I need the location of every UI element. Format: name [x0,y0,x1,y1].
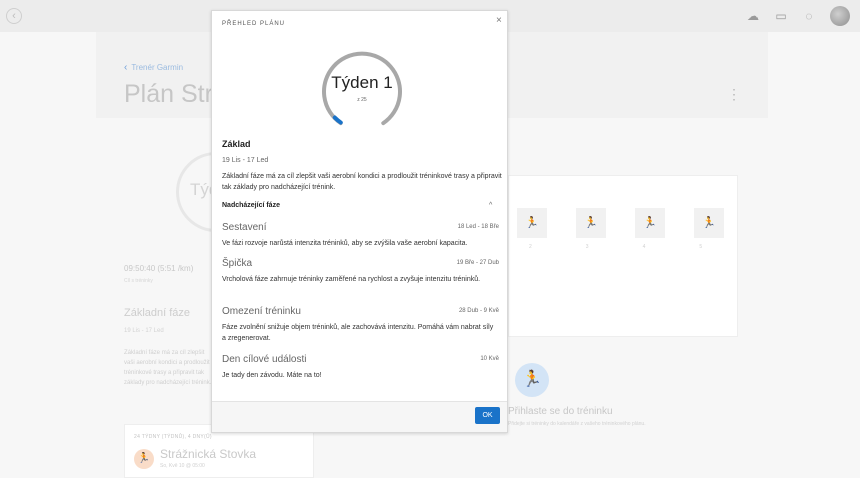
week-total: z 25 [357,97,367,103]
top-icons: ☁ ▭ ◌ [746,6,850,26]
runner-icon[interactable]: 🏃 [517,208,547,238]
runner-icon[interactable]: 🏃 [635,208,665,238]
phase-range: 10 Kvě [480,356,499,362]
runner-icon: 🏃 [134,449,154,469]
week-card [508,175,738,337]
bg-phase-title: Základní fáze [124,307,191,319]
back-icon[interactable]: ‹ [6,8,22,24]
modal-title: PŘEHLED PLÁNU [222,21,286,27]
runner-icon[interactable]: 🏃 [576,208,606,238]
week-number: 2 [529,244,532,250]
device-icon[interactable]: ▭ [774,9,788,23]
phase-name: Omezení tréninku [222,306,301,317]
bg-goal-time: 09:50:40 (5:51 /km) [124,264,194,273]
event-title: Strážnická Stovka [160,447,257,461]
week-cells: 🏃 🏃 🏃 🏃 [517,208,724,238]
week-numbers: 2 3 4 5 [529,244,702,250]
phase-range: 28 Dub - 9 Kvě [458,308,499,314]
phase-desc: Je tady den závodu. Máte na to! [222,372,322,379]
current-phase-dates: 19 Lis - 17 Led [222,157,269,164]
week-number: 5 [699,244,703,250]
modal-footer [212,401,507,432]
event-countdown: 24 TÝDNY (TÝDNŮ), 4 DNY(Ů) [134,434,212,440]
event-date: So, Kvě 10 @ 05:00 [160,463,205,469]
week-number: 4 [642,244,646,250]
ok-button[interactable]: OK [475,407,500,424]
breadcrumb[interactable]: ‹ Trenér Garmin [124,62,183,73]
plan-overview-modal: PŘEHLED PLÁNU × Týden 1 z 25 Základ 19 L… [211,10,508,433]
join-training-sub: Přidejte si tréninky do kalendáře z vaše… [508,421,646,427]
current-phase-desc: Základní fáze má za cíl zlepšit vaši aer… [222,173,502,191]
phase-desc: Fáze zvolnění snižuje objem tréninků, al… [222,324,494,342]
phase-range: 19 Bře - 27 Dub [456,260,499,266]
phase-desc: Vrcholová fáze zahrnuje tréninky zaměřen… [222,276,481,283]
avatar[interactable] [830,6,850,26]
bg-phase-desc: Základní fáze má za cíl zlepšit vaši aer… [124,350,212,386]
current-phase-title: Základ [222,139,251,149]
phase-desc: Ve fázi rozvoje narůstá intenzita trénin… [222,240,468,247]
runner-icon[interactable]: 🏃 [694,208,724,238]
upcoming-phases-header[interactable]: Nadcházející fáze [222,202,280,209]
watch-icon[interactable]: ◌ [802,9,816,23]
chevron-left-icon: ‹ [124,62,128,73]
breadcrumb-label: Trenér Garmin [131,63,184,72]
more-vertical-icon[interactable]: ⋮ [727,86,741,103]
cloud-sync-icon[interactable]: ☁ [746,9,760,23]
chevron-up-icon[interactable]: ^ [489,202,492,209]
phase-range: 18 Led - 18 Bře [457,224,499,230]
runner-icon[interactable]: 🏃 [515,363,549,397]
phase-name: Den cílové události [222,354,307,365]
week-number: 3 [585,244,589,250]
phase-name: Špička [222,258,253,269]
bg-phase-date: 19 Lis - 17 Led [124,328,164,334]
week-label: Týden 1 [331,73,393,92]
phase-name: Sestavení [222,222,267,233]
join-training-title[interactable]: Přihlaste se do tréninku [508,406,613,417]
close-icon[interactable]: × [496,15,502,26]
bg-goal-time-sub: Cíl s tréninky [124,278,153,284]
